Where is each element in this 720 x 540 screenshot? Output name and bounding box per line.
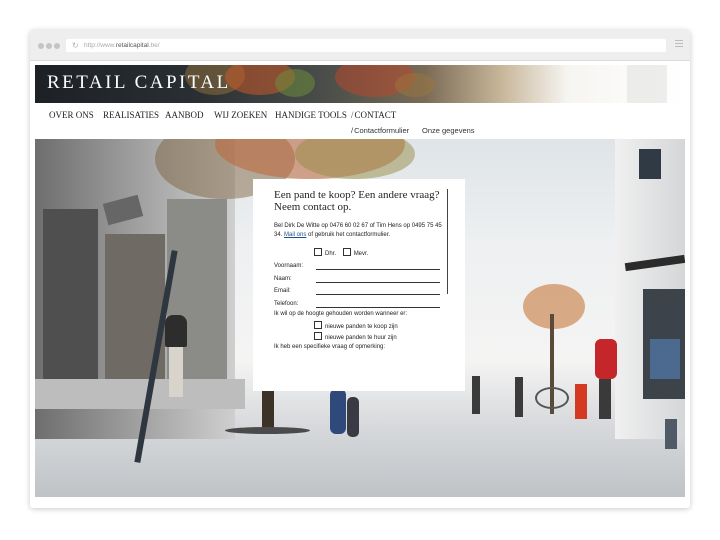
- hero-street-photo: Een pand te koop? Een andere vraag? Neem…: [35, 139, 685, 497]
- nav-realisaties[interactable]: REALISATIES: [103, 110, 159, 120]
- website-viewport: RETAIL CAPITAL OVER ONS REALISATIES AANB…: [35, 65, 685, 497]
- site-logo[interactable]: RETAIL CAPITAL: [47, 72, 231, 94]
- email-input[interactable]: [316, 294, 440, 295]
- panel-divider: [447, 189, 448, 294]
- form-row-voornaam: Voornaam:: [274, 261, 444, 271]
- label-dhr: Dhr.: [325, 251, 337, 257]
- contact-form-panel: Een pand te koop? Een andere vraag? Neem…: [253, 179, 465, 391]
- checkbox-mevr[interactable]: [342, 248, 351, 256]
- browser-toolbar: ↻ http://www.retailcapital.be/: [30, 30, 690, 61]
- nav-aanbod[interactable]: AANBOD: [165, 110, 204, 120]
- browser-window: ↻ http://www.retailcapital.be/ RETAIL CA…: [30, 30, 690, 508]
- checkbox-te-koop[interactable]: [314, 321, 322, 329]
- interest-option-huur: nieuwe panden te huur zijn: [314, 332, 397, 341]
- interest-label: Ik wil op de hoogte gehouden worden wann…: [274, 311, 408, 317]
- intro-text-end: of gebruik het contactformulier.: [308, 232, 391, 238]
- window-minimize-dot[interactable]: [46, 43, 52, 49]
- reload-icon[interactable]: ↻: [72, 39, 81, 52]
- question-label: Ik heb een specifieke vraag of opmerking…: [274, 344, 386, 350]
- nav-over-ons[interactable]: OVER ONS: [49, 110, 94, 120]
- label-email: Email:: [274, 288, 291, 294]
- salutation-group: Dhr. Mevr.: [314, 248, 373, 257]
- form-row-email: Email:: [274, 286, 444, 296]
- window-maximize-dot[interactable]: [54, 43, 60, 49]
- label-voornaam: Voornaam:: [274, 263, 304, 269]
- telefoon-input[interactable]: [316, 307, 440, 308]
- header-banner: RETAIL CAPITAL: [35, 65, 685, 103]
- nav-contact[interactable]: CONTACT: [351, 110, 397, 120]
- naam-input[interactable]: [316, 282, 440, 283]
- voornaam-input[interactable]: [316, 269, 440, 270]
- form-heading: Een pand te koop? Een andere vraag? Neem…: [274, 189, 440, 213]
- browser-menu-icon[interactable]: [675, 40, 683, 48]
- nav-wij-zoeken[interactable]: WIJ ZOEKEN: [214, 110, 267, 120]
- subnav-onze-gegevens[interactable]: Onze gegevens: [422, 126, 475, 135]
- label-te-huur: nieuwe panden te huur zijn: [325, 335, 397, 341]
- nav-handige-tools[interactable]: HANDIGE TOOLS: [275, 110, 347, 120]
- checkbox-dhr[interactable]: [314, 248, 322, 256]
- address-bar[interactable]: ↻ http://www.retailcapital.be/: [66, 39, 666, 52]
- address-url: http://www.retailcapital.be/: [84, 42, 160, 49]
- interest-option-koop: nieuwe panden te koop zijn: [314, 321, 398, 330]
- window-close-dot[interactable]: [38, 43, 44, 49]
- label-te-koop: nieuwe panden te koop zijn: [325, 324, 398, 330]
- checkbox-te-huur[interactable]: [314, 332, 322, 340]
- main-navigation: OVER ONS REALISATIES AANBOD WIJ ZOEKEN H…: [35, 103, 685, 139]
- mail-ons-link[interactable]: Mail ons: [284, 232, 306, 238]
- form-intro: Bel Dirk De Witte op 0476 60 02 67 of Ti…: [274, 222, 446, 240]
- form-row-naam: Naam:: [274, 274, 444, 284]
- label-mevr: Mevr.: [353, 251, 369, 257]
- form-row-telefoon: Telefoon:: [274, 299, 444, 309]
- subnav-contactformulier[interactable]: Contactformulier: [351, 126, 409, 135]
- label-naam: Naam:: [274, 276, 292, 282]
- label-telefoon: Telefoon:: [274, 301, 299, 307]
